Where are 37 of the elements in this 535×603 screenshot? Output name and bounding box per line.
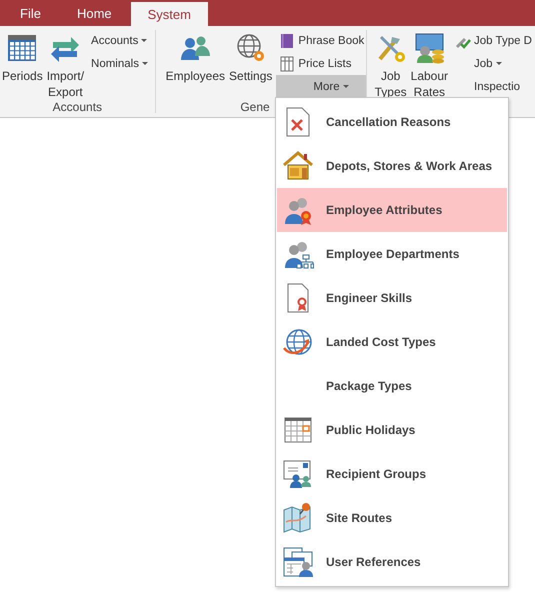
grid-icon [279,56,296,72]
windows-person-icon [282,546,314,578]
ribbon-button[interactable]: Settings [227,29,274,100]
caret-icon [142,62,148,65]
calendar-icon [6,32,38,64]
ribbon-button[interactable]: Periods [0,29,45,100]
menu-item[interactable]: Employee Departments [277,232,507,276]
ribbon-tab[interactable]: System [130,2,208,26]
menu-item[interactable]: Landed Cost Types [277,320,507,364]
menu-item[interactable]: Engineer Skills [277,276,507,320]
globe-gear-icon [234,32,267,64]
ribbon-button[interactable]: Employees [164,29,228,100]
ribbon-button[interactable]: Accounts [88,29,151,52]
people-coins-icon [413,32,446,64]
menu-item[interactable]: Recipient Groups [277,452,507,496]
ribbon-button[interactable]: Job Type D [452,29,535,52]
ribbon-button[interactable]: Import/ Export [44,29,86,100]
caret-icon [141,39,148,42]
ribbon-button[interactable]: More [276,75,368,98]
ribbon-button[interactable]: Inspectio [452,75,535,98]
group-label: Accounts [52,100,104,116]
menu-item[interactable]: Site Routes [277,496,507,540]
menu-item[interactable]: Employee Attributes [277,188,507,232]
ribbon-tab[interactable]: Home [60,0,129,26]
ribbon-tab[interactable]: File [3,0,58,26]
group-label: Gene [239,100,271,116]
menu-item[interactable]: Depots, Stores & Work Areas [277,144,507,188]
caret-icon [342,85,349,88]
menu-item[interactable]: Package Types [277,364,507,408]
house-icon [282,150,314,182]
menu-item[interactable]: Public Holidays [277,408,507,452]
menu-item[interactable]: User References [277,540,507,584]
envelope-people-icon [282,458,314,490]
book-icon [279,32,296,48]
ribbon-button[interactable]: Job [452,52,535,75]
caret-icon [496,62,502,65]
ribbon-button[interactable]: Nominals [88,52,151,75]
